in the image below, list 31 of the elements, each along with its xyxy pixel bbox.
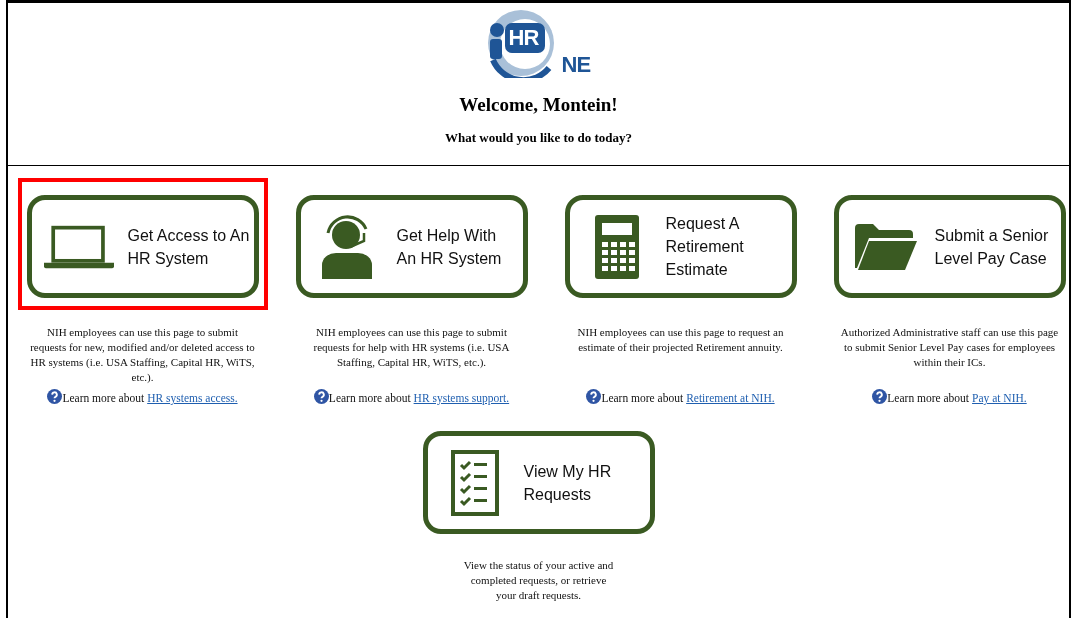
action-tile[interactable]: Get Help With An HR System [295, 195, 528, 298]
tile-description: NIH employees can use this page to submit requests for help with HR systems (i.e. USA Staffing, Capital HR, WiTS, etc.). [312, 325, 511, 370]
tile-description: NIH employees can use this page to request an estimate of their projected Retirement annuity. [576, 325, 785, 355]
learn-more-link[interactable]: HR systems access. [147, 392, 238, 404]
learn-more-text: Learn more about [328, 392, 411, 404]
logo-text: NE [561, 52, 591, 78]
learn-more-link[interactable]: Pay at NIH. [972, 392, 1027, 404]
learn-more-text: Learn more about [887, 392, 970, 404]
action-tile[interactable]: Request A Retirement Estimate [564, 195, 797, 298]
learn-more-text: Learn more about [62, 392, 145, 404]
logo-text: HR [508, 25, 539, 51]
laptop-icon [43, 223, 114, 270]
prompt-text: What would you like to do today? [444, 130, 633, 146]
action-tile[interactable]: View My HR Requests [422, 431, 655, 534]
help-icon[interactable] [872, 389, 888, 404]
learn-more-link[interactable]: Retirement at NIH. [686, 392, 775, 404]
tile-description: View the status of your active and completed requests, or retrieve your draft requests. [463, 558, 614, 603]
tile-description: NIH employees can use this page to submit requests for new, modified and/or deleted access to HR systems (i.e. USA Staffing, Capital HR, WiTS, etc.). [29, 325, 256, 383]
checklist-icon [450, 449, 499, 516]
tile-description: Authorized Administrative staff can use this page to submit Senior Level Pay cases for employees within their ICs. [839, 325, 1060, 370]
calculator-icon [594, 214, 639, 279]
help-icon[interactable] [47, 389, 63, 404]
learn-more-link[interactable]: HR systems support. [413, 392, 510, 404]
folder-icon [854, 223, 917, 270]
learn-more-text: Learn more about [601, 392, 684, 404]
help-icon[interactable] [586, 389, 602, 404]
action-tile[interactable]: Submit a Senior Level Pay Case [833, 195, 1066, 298]
welcome-heading: Welcome, Montein! [459, 94, 618, 116]
help-icon[interactable] [313, 389, 329, 404]
action-tile[interactable]: Get Access to An HR System [26, 195, 259, 298]
logo-drawing [486, 8, 555, 78]
